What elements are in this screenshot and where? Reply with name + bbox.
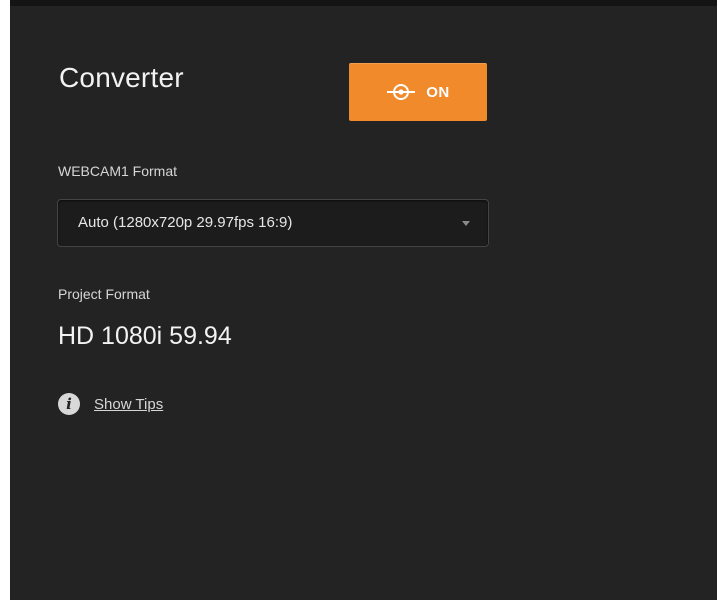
project-format-value: HD 1080i 59.94 bbox=[58, 322, 232, 350]
converter-panel: Converter ON WEBCAM1 Format Auto (1280x7… bbox=[10, 0, 717, 600]
panel-title: Converter bbox=[59, 62, 184, 93]
webcam-format-label: WEBCAM1 Format bbox=[58, 163, 178, 179]
toggle-label: ON bbox=[426, 83, 450, 101]
info-icon[interactable]: i bbox=[58, 393, 80, 415]
webcam-format-value: Auto (1280x720p 29.97fps 16:9) bbox=[78, 214, 293, 231]
webcam-format-select[interactable]: Auto (1280x720p 29.97fps 16:9) bbox=[57, 199, 489, 247]
top-divider bbox=[10, 0, 717, 6]
tips-row: i Show Tips bbox=[58, 393, 163, 415]
project-format-label: Project Format bbox=[58, 286, 150, 302]
input-connector-icon bbox=[386, 81, 416, 103]
show-tips-link[interactable]: Show Tips bbox=[94, 396, 163, 413]
chevron-down-icon bbox=[462, 221, 470, 226]
converter-on-toggle[interactable]: ON bbox=[349, 63, 487, 121]
